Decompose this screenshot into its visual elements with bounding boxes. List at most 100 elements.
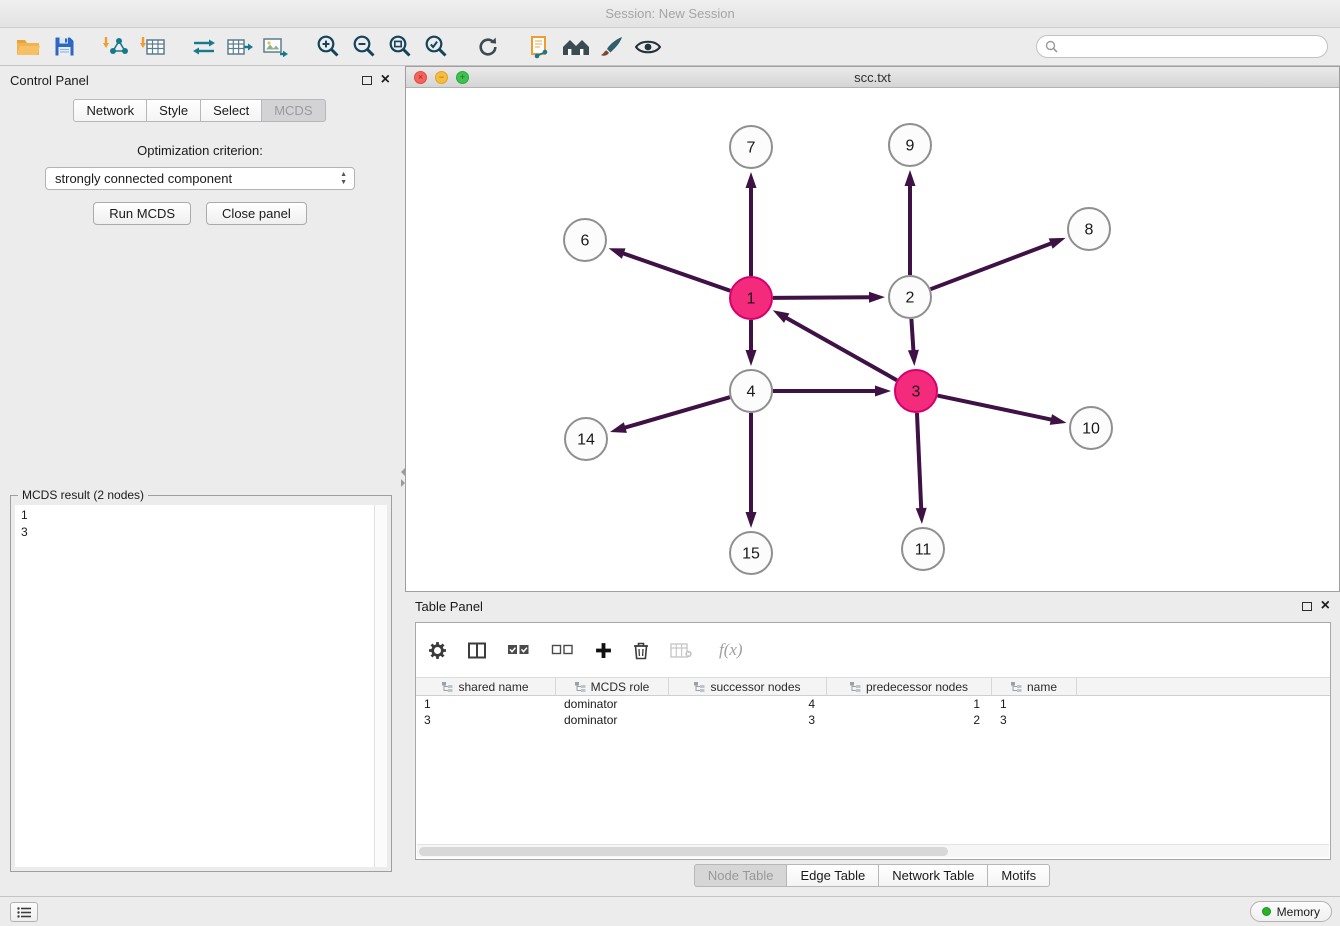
column-header-mcds-role[interactable]: MCDS role (556, 678, 669, 695)
graph-edge-3-1[interactable] (785, 317, 897, 380)
search-input[interactable] (1036, 35, 1328, 58)
graph-edge-arrowhead (916, 508, 927, 524)
graph-edge-1-2[interactable] (773, 297, 871, 298)
show-columns-button[interactable] (468, 642, 486, 659)
window-titlebar: Session: New Session (0, 0, 1340, 28)
select-all-columns-button[interactable] (507, 643, 530, 657)
table-horizontal-scrollbar[interactable] (417, 844, 1329, 857)
unselect-all-columns-button[interactable] (551, 643, 574, 657)
table-row[interactable]: 3 dominator 3 2 3 (416, 712, 1330, 728)
memory-button[interactable]: Memory (1250, 901, 1332, 922)
zoom-out-button[interactable] (346, 31, 382, 63)
graph-edge-arrowhead (869, 292, 885, 303)
graph-edge-1-6[interactable] (622, 253, 730, 291)
table-panel: Table Panel × (405, 592, 1340, 896)
graph-edge-3-11[interactable] (917, 413, 921, 510)
table-panel-tabs: Node Table Edge Table Network Table Moti… (405, 864, 1340, 887)
export-image-icon (263, 36, 289, 58)
table-header-row: shared name MCDS role successor nodes pr… (416, 677, 1330, 696)
graph-edge-arrowhead (746, 172, 757, 188)
function-builder-button[interactable]: f(x) (719, 640, 743, 660)
scrollbar-thumb[interactable] (419, 847, 948, 856)
tab-motifs[interactable]: Motifs (987, 864, 1050, 887)
criterion-value: strongly connected component (55, 171, 232, 186)
zoom-out-icon (352, 34, 377, 59)
create-column-button[interactable] (595, 642, 612, 659)
graph-node-label: 10 (1082, 421, 1100, 438)
open-session-button[interactable] (10, 31, 46, 63)
criterion-dropdown[interactable]: strongly connected component ▲▼ (45, 167, 355, 190)
graph-node-label: 2 (906, 290, 915, 307)
graph-node-label: 14 (577, 432, 595, 449)
column-header-successor-nodes[interactable]: successor nodes (669, 678, 827, 695)
close-panel-icon[interactable]: × (381, 74, 390, 86)
open-session-icon (16, 37, 40, 57)
network-canvas-svg[interactable]: 7968124314101511 (406, 88, 1339, 591)
column-header-shared-name[interactable]: shared name (416, 678, 556, 695)
close-table-panel-icon[interactable]: × (1321, 600, 1330, 612)
tab-style[interactable]: Style (146, 99, 201, 122)
zoom-in-button[interactable] (310, 31, 346, 63)
node-table-container: f(x) shared name MCDS role successor nod… (415, 622, 1331, 860)
zoom-selected-button[interactable] (418, 31, 454, 63)
zoom-fit-icon (388, 34, 413, 59)
select-all-icon (507, 643, 530, 657)
style-brush-button[interactable] (594, 31, 630, 63)
plus-icon (595, 642, 612, 659)
control-panel-title: Control Panel (10, 73, 89, 88)
copy-view-icon (529, 35, 551, 59)
column-header-filler (1077, 678, 1330, 695)
application-window: Session: New Session (0, 0, 1340, 926)
close-panel-button[interactable]: Close panel (206, 202, 307, 225)
tab-network-table[interactable]: Network Table (878, 864, 988, 887)
apply-layout-icon (562, 36, 590, 58)
tab-network[interactable]: Network (73, 99, 147, 122)
float-panel-icon[interactable] (362, 76, 372, 85)
tab-edge-table[interactable]: Edge Table (786, 864, 879, 887)
delete-column-button[interactable] (633, 641, 649, 660)
tree-icon (1011, 682, 1022, 692)
trash-icon (633, 641, 649, 660)
window-zoom-icon[interactable]: + (456, 71, 469, 84)
import-network-button[interactable] (98, 31, 134, 63)
graph-edge-arrowhead (746, 350, 757, 366)
new-network-button[interactable] (186, 31, 222, 63)
delete-table-button[interactable] (670, 643, 692, 658)
show-details-button[interactable] (630, 31, 666, 63)
memory-label: Memory (1277, 905, 1320, 919)
zoom-selected-icon (424, 34, 449, 59)
graph-edge-arrowhead (610, 422, 627, 433)
result-item[interactable]: 3 (21, 524, 368, 541)
result-scrollbar[interactable] (374, 505, 387, 867)
window-close-icon[interactable]: × (414, 71, 427, 84)
copy-view-button[interactable] (522, 31, 558, 63)
column-header-predecessor-nodes[interactable]: predecessor nodes (827, 678, 992, 695)
column-header-name[interactable]: name (992, 678, 1077, 695)
graph-edge-arrowhead (905, 170, 916, 186)
table-row[interactable]: 1 dominator 4 1 1 (416, 696, 1330, 712)
network-window-titlebar[interactable]: × − + scc.txt (406, 67, 1339, 88)
result-item[interactable]: 1 (21, 507, 368, 524)
graph-edge-3-10[interactable] (938, 396, 1053, 420)
graph-edge-2-8[interactable] (931, 243, 1053, 289)
import-table-button[interactable] (134, 31, 170, 63)
delete-table-icon (670, 643, 692, 658)
table-settings-button[interactable] (428, 641, 447, 660)
float-table-panel-icon[interactable] (1302, 602, 1312, 611)
tab-node-table[interactable]: Node Table (694, 864, 788, 887)
zoom-fit-button[interactable] (382, 31, 418, 63)
graph-edge-arrowhead (875, 386, 891, 397)
tab-mcds[interactable]: MCDS (261, 99, 325, 122)
tab-select[interactable]: Select (200, 99, 262, 122)
graph-edge-4-14[interactable] (623, 397, 729, 428)
graph-edge-2-3[interactable] (911, 319, 913, 352)
export-image-button[interactable] (258, 31, 294, 63)
export-table-button[interactable] (222, 31, 258, 63)
refresh-view-button[interactable] (470, 31, 506, 63)
save-session-button[interactable] (46, 31, 82, 63)
task-history-button[interactable] (10, 902, 38, 922)
mcds-result-list[interactable]: 1 3 (15, 505, 374, 867)
apply-layout-button[interactable] (558, 31, 594, 63)
window-minimize-icon[interactable]: − (435, 71, 448, 84)
run-mcds-button[interactable]: Run MCDS (93, 202, 191, 225)
